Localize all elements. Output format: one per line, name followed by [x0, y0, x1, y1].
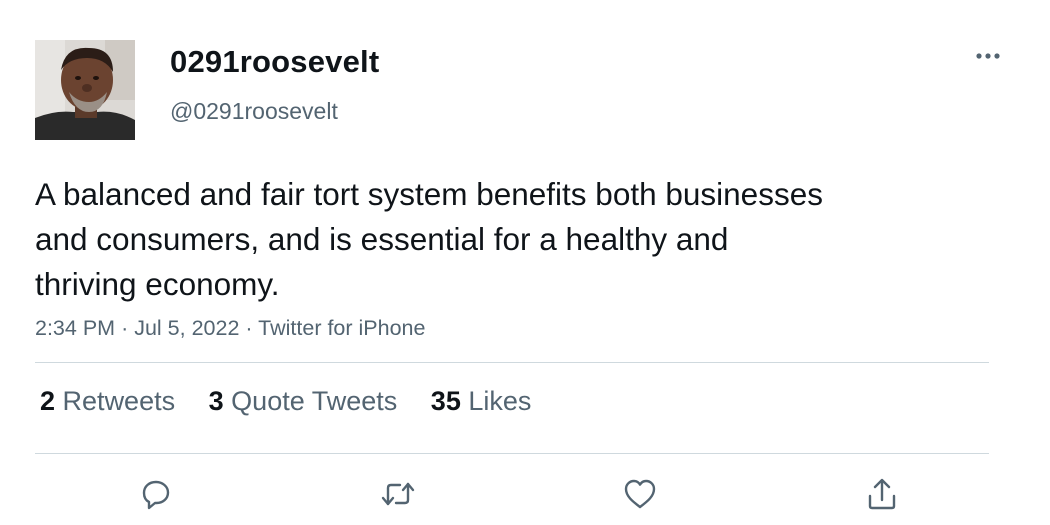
quote-tweets-label: Quote Tweets	[231, 386, 398, 416]
retweets-stat[interactable]: 2 Retweets	[40, 386, 175, 417]
more-horizontal-icon	[976, 53, 1000, 59]
quote-tweets-count: 3	[208, 386, 224, 416]
tweet-date[interactable]: Jul 5, 2022	[134, 316, 239, 340]
avatar[interactable]	[35, 40, 135, 140]
divider-top	[35, 362, 989, 363]
reply-icon	[142, 480, 170, 510]
meta-separator: ·	[121, 316, 129, 340]
retweet-button[interactable]	[378, 474, 418, 514]
divider-bottom	[35, 453, 989, 454]
likes-stat[interactable]: 35 Likes	[431, 386, 532, 417]
retweets-label: Retweets	[62, 386, 176, 416]
more-options-button[interactable]	[968, 42, 1008, 70]
retweets-count: 2	[40, 386, 56, 416]
author-display-name[interactable]: 0291roosevelt	[170, 44, 379, 80]
share-button[interactable]	[862, 474, 902, 514]
share-icon	[868, 478, 896, 510]
engagement-stats: 2 Retweets 3 Quote Tweets 35 Likes	[40, 386, 557, 417]
tweet-text: A balanced and fair tort system benefits…	[35, 176, 823, 302]
heart-icon	[624, 479, 656, 509]
quote-tweets-stat[interactable]: 3 Quote Tweets	[209, 386, 398, 417]
tweet-source[interactable]: Twitter for iPhone	[258, 316, 425, 340]
like-button[interactable]	[620, 474, 660, 514]
avatar-image	[35, 40, 135, 140]
reply-button[interactable]	[136, 474, 176, 514]
likes-count: 35	[430, 386, 461, 416]
tweet-time[interactable]: 2:34 PM	[35, 316, 115, 340]
meta-separator: ·	[245, 316, 253, 340]
likes-label: Likes	[468, 386, 532, 416]
tweet-meta: 2:34 PM · Jul 5, 2022 · Twitter for iPho…	[35, 316, 425, 341]
retweet-icon	[381, 482, 415, 506]
author-handle[interactable]: @0291roosevelt	[170, 98, 338, 125]
